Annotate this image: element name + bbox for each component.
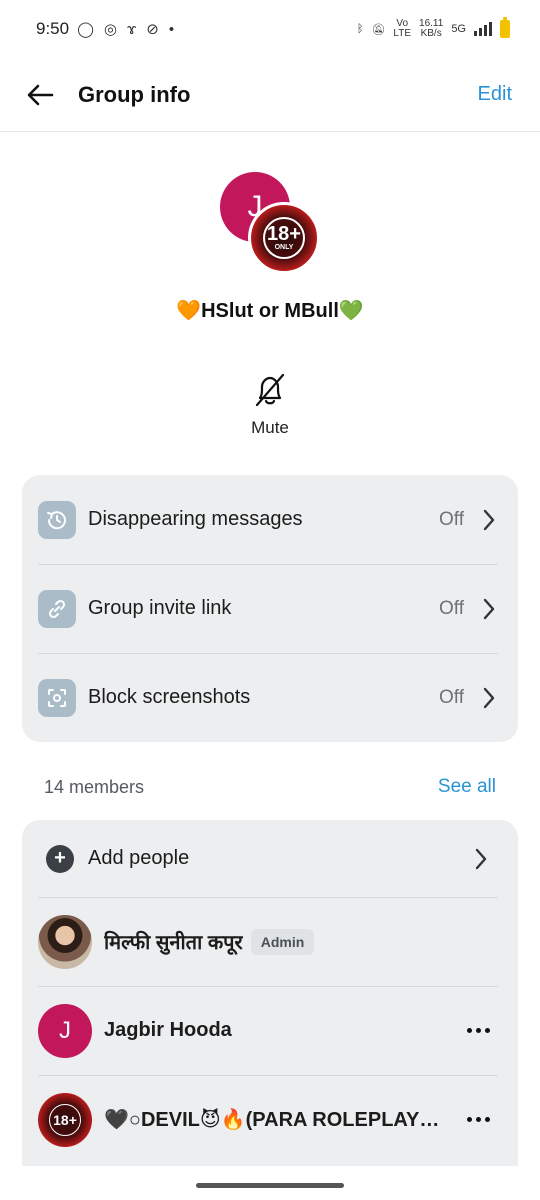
chevron-right-icon xyxy=(474,847,490,871)
mute-label: Mute xyxy=(251,418,289,437)
avatar: J xyxy=(38,1003,92,1058)
member-row[interactable]: J Jagbir Hooda xyxy=(22,986,518,1075)
arrow-left-icon xyxy=(27,84,54,105)
row-label: Group invite link xyxy=(88,597,232,619)
chevron-right-icon xyxy=(482,686,498,710)
more-options-icon[interactable] xyxy=(467,1117,490,1122)
mute-bell-icon: 🔕︎ xyxy=(371,23,386,36)
plus-icon: + xyxy=(46,844,74,873)
group-avatar[interactable]: J 18+ ONLY xyxy=(220,172,322,274)
disappearing-messages-row[interactable]: Disappearing messages Off xyxy=(22,475,518,564)
link-icon xyxy=(38,589,76,628)
status-bar: 9:50 ◯ ◎ ɤ ⊘ • ᛒ 🔕︎ Vo LTE 16.11 KB/s 5G xyxy=(0,0,540,58)
row-value: Off xyxy=(439,686,464,708)
member-name: 🖤○DEVIL😈🔥(PARA ROLEPLAYER)🔥 xyxy=(104,1109,444,1131)
group-invite-link-row[interactable]: Group invite link Off xyxy=(22,564,518,653)
members-card: + Add people मिल्फी सुनीता कपूर Admin J … xyxy=(22,820,518,1166)
dot-icon: • xyxy=(168,20,175,38)
network-type: 5G xyxy=(451,23,466,35)
screenshot-icon xyxy=(38,678,76,717)
row-value: Off xyxy=(439,508,464,530)
mute-button[interactable]: Mute xyxy=(230,370,310,438)
notification-icons: ◯ ◎ ɤ ⊘ • xyxy=(77,22,174,37)
member-row[interactable]: मिल्फी सुनीता कपूर Admin xyxy=(22,897,518,986)
app-bar: Group info Edit xyxy=(0,58,540,132)
chevron-right-icon xyxy=(482,508,498,532)
see-all-link[interactable]: See all xyxy=(438,776,496,798)
page-title: Group info xyxy=(78,81,191,107)
member-name: Jagbir Hooda xyxy=(104,1019,232,1041)
edit-button[interactable]: Edit xyxy=(478,83,512,106)
admin-badge: Admin xyxy=(250,928,315,955)
speed-unit: KB/s xyxy=(420,28,442,39)
badge-text: 18+ xyxy=(267,223,301,245)
badge-subtext: ONLY xyxy=(274,244,294,251)
group-name: 🧡HSlut or MBull💚 xyxy=(176,300,364,322)
chevron-right-icon xyxy=(482,597,498,621)
no-drive-icon: ⊘ xyxy=(146,20,159,38)
signal-icon xyxy=(474,22,492,36)
volte-indicator: Vo LTE xyxy=(393,19,411,39)
status-time: 9:50 xyxy=(36,19,70,38)
app-icon: ɤ xyxy=(126,20,137,38)
members-count: 14 members xyxy=(44,776,145,797)
block-screenshots-row[interactable]: Block screenshots Off xyxy=(22,653,518,742)
avatar-badge: 18+ ONLY xyxy=(248,202,320,274)
row-label: Block screenshots xyxy=(88,686,251,708)
bluetooth-icon: ᛒ xyxy=(356,23,364,35)
timer-icon xyxy=(38,500,76,539)
volte-bottom: LTE xyxy=(393,28,412,39)
avatar-badge-text: 18+ xyxy=(49,1103,81,1136)
battery-icon xyxy=(500,17,510,38)
back-button[interactable] xyxy=(16,71,64,119)
home-indicator[interactable] xyxy=(196,1183,344,1188)
row-value: Off xyxy=(439,597,464,619)
add-people-label: Add people xyxy=(88,847,190,869)
chat-icon: ◯ xyxy=(77,20,94,38)
bell-off-icon xyxy=(255,373,285,407)
avatar xyxy=(38,914,92,969)
row-label: Disappearing messages xyxy=(88,508,303,530)
settings-card: Disappearing messages Off Group invite l… xyxy=(22,475,518,742)
network-speed: 16.11 KB/s xyxy=(419,19,443,39)
whatsapp-icon: ◎ xyxy=(103,20,117,38)
members-header: 14 members See all xyxy=(44,770,496,804)
add-people-row[interactable]: + Add people xyxy=(22,820,518,897)
more-options-icon[interactable] xyxy=(467,1028,490,1033)
member-row[interactable]: 18+ 🖤○DEVIL😈🔥(PARA ROLEPLAYER)🔥 xyxy=(22,1075,518,1164)
avatar: 18+ xyxy=(38,1092,92,1147)
status-right: ᛒ 🔕︎ Vo LTE 16.11 KB/s 5G xyxy=(356,17,510,39)
member-name: मिल्फी सुनीता कपूर xyxy=(104,932,243,954)
